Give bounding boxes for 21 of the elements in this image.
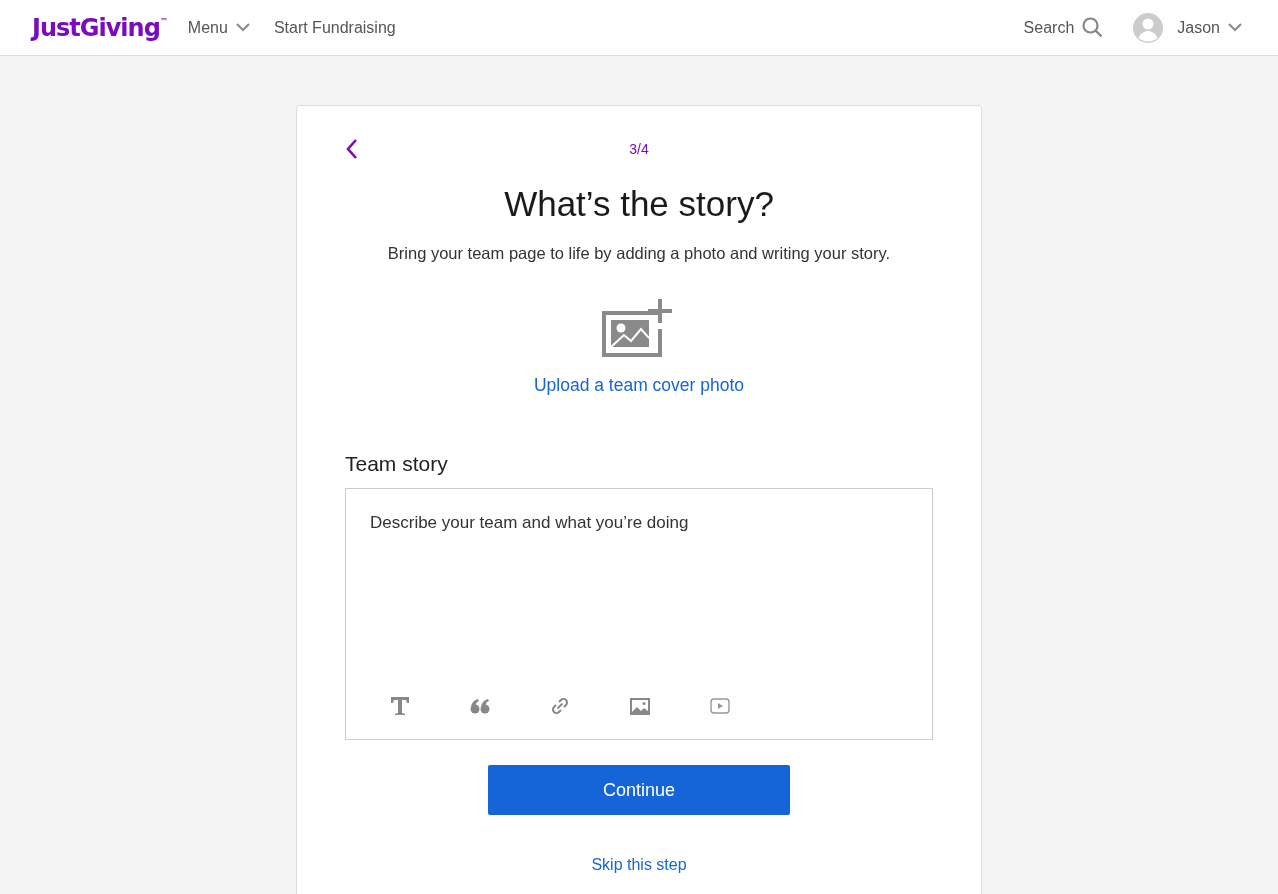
chevron-left-icon bbox=[345, 138, 359, 160]
continue-button[interactable]: Continue bbox=[488, 765, 790, 815]
user-menu-button[interactable]: Jason bbox=[1133, 12, 1242, 43]
start-fundraising-link[interactable]: Start Fundraising bbox=[273, 18, 396, 37]
search-button[interactable]: Search bbox=[1023, 17, 1104, 38]
skip-step-link[interactable]: Skip this step bbox=[591, 856, 687, 874]
avatar-icon bbox=[1133, 12, 1164, 43]
video-icon[interactable] bbox=[710, 698, 730, 717]
page-title: What’s the story? bbox=[504, 184, 774, 224]
logo[interactable]: JustGiving™ bbox=[32, 13, 168, 42]
subtitle: Bring your team page to life by adding a photo and writing your story. bbox=[387, 244, 891, 263]
image-icon[interactable] bbox=[630, 697, 650, 718]
back-button[interactable] bbox=[345, 138, 359, 160]
chevron-down-icon bbox=[1228, 23, 1242, 32]
menu-button[interactable]: Menu bbox=[187, 18, 250, 37]
step-counter: 3/4 bbox=[629, 141, 649, 157]
search-icon bbox=[1082, 17, 1104, 38]
field-label: Team story bbox=[345, 452, 448, 476]
chevron-down-icon bbox=[235, 23, 250, 32]
upload-photo-link[interactable]: Upload a team cover photo bbox=[533, 375, 745, 396]
story-editor[interactable]: Describe your team and what you’re doing bbox=[345, 488, 933, 740]
